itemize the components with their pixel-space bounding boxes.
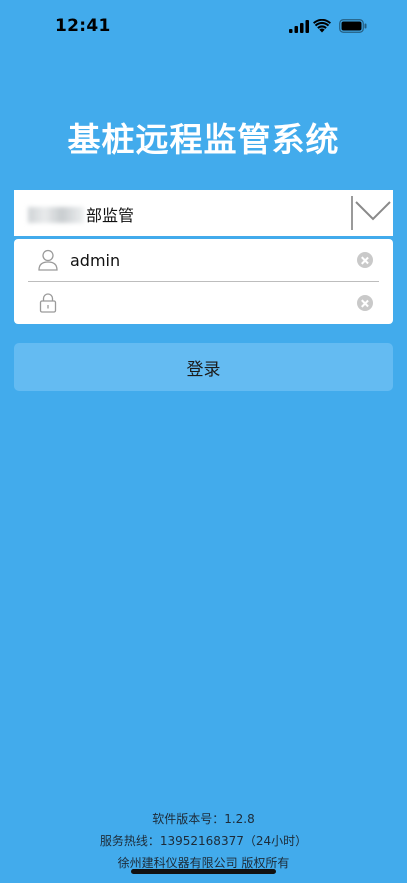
version-text: 软件版本号：1.2.8 — [152, 812, 255, 826]
dropdown-divider — [351, 196, 353, 230]
password-input[interactable] — [70, 288, 340, 318]
username-row — [28, 239, 379, 281]
battery-icon — [339, 19, 367, 33]
status-bar: 12:41 — [0, 0, 407, 56]
lock-icon — [39, 293, 57, 313]
department-value: 部监管 — [28, 202, 134, 226]
cellular-signal-icon — [289, 20, 309, 33]
footer: 软件版本号：1.2.8 服务热线：13952168377（24小时） 徐州建科仪… — [0, 808, 407, 874]
clear-password-icon[interactable] — [357, 295, 373, 311]
username-input[interactable] — [70, 245, 340, 275]
user-icon — [38, 249, 58, 271]
department-select[interactable]: 部监管 — [14, 190, 393, 236]
redacted-text — [28, 207, 84, 223]
chevron-down-icon[interactable] — [354, 200, 392, 222]
login-button[interactable]: 登录 — [14, 343, 393, 391]
department-visible-text: 部监管 — [86, 206, 135, 225]
home-indicator[interactable] — [131, 869, 276, 874]
status-time: 12:41 — [55, 16, 111, 36]
wifi-icon — [313, 19, 331, 33]
hotline-text: 服务热线：13952168377（24小时） — [99, 834, 308, 848]
password-row — [28, 282, 379, 324]
clear-username-icon[interactable] — [357, 252, 373, 268]
login-card — [14, 239, 393, 324]
app-title: 基桩远程监管系统 — [67, 120, 340, 159]
